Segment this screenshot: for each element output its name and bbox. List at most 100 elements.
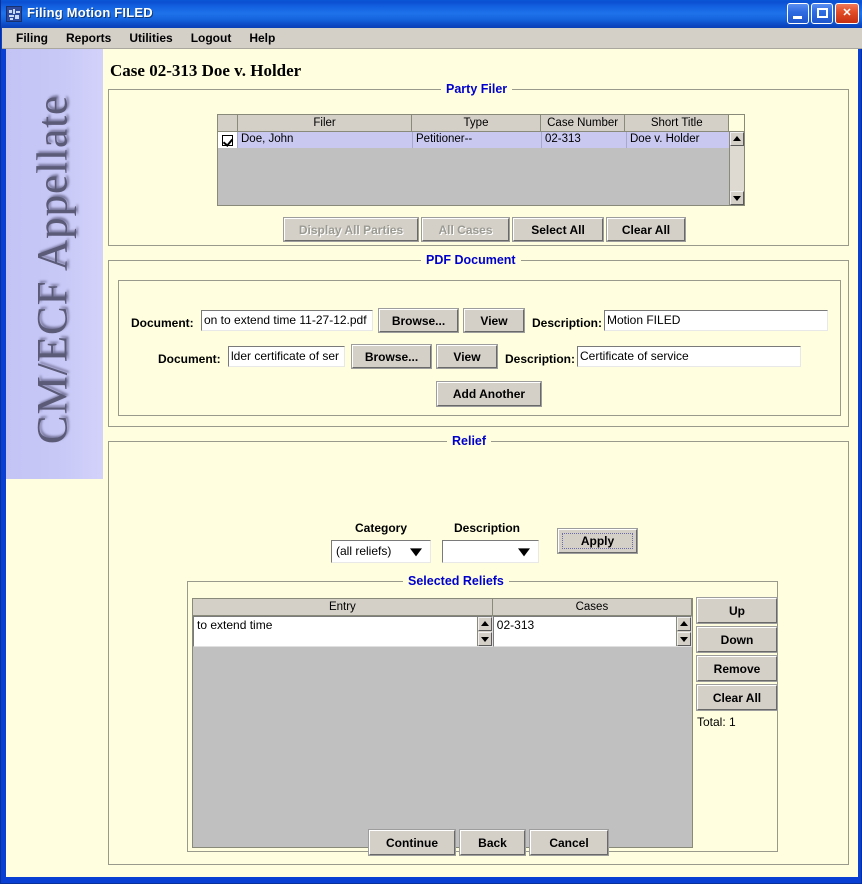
relief-group-title: Relief bbox=[447, 434, 492, 448]
category-label: Category bbox=[355, 521, 408, 535]
party-filer-header-row: Filer Type Case Number Short Title bbox=[218, 115, 744, 132]
focus-ring bbox=[562, 533, 633, 549]
back-button[interactable]: Back bbox=[459, 829, 526, 856]
column-header-spacer bbox=[729, 115, 744, 132]
table-row[interactable]: Doe, John Petitioner-- 02-313 Doe v. Hol… bbox=[218, 132, 744, 148]
scroll-down-button[interactable] bbox=[477, 632, 492, 646]
description-select[interactable] bbox=[442, 540, 539, 563]
chevron-up-icon bbox=[680, 621, 688, 626]
row-checkbox-cell[interactable] bbox=[218, 132, 238, 148]
chevron-down-icon bbox=[410, 547, 422, 556]
brand-label: CM/ECF Appellate bbox=[29, 94, 77, 445]
selected-reliefs-group-title: Selected Reliefs bbox=[403, 574, 509, 588]
selected-reliefs-header-row: Entry Cases bbox=[193, 599, 692, 616]
move-up-button[interactable]: Up bbox=[696, 597, 778, 624]
category-select[interactable]: (all reliefs) bbox=[331, 540, 431, 563]
chevron-down-icon bbox=[480, 637, 489, 642]
main-content: Case 02-313 Doe v. Holder Party Filer Fi… bbox=[103, 49, 858, 877]
party-filer-table: Filer Type Case Number Short Title Doe, … bbox=[217, 114, 745, 206]
cell-filer: Doe, John bbox=[238, 132, 413, 148]
column-header-case-number[interactable]: Case Number bbox=[540, 115, 626, 132]
close-icon: ✕ bbox=[842, 7, 852, 19]
party-filer-group: Party Filer Filer Type Case Number Short… bbox=[108, 82, 849, 246]
pdf-document-group: PDF Document Document: on to extend time… bbox=[108, 253, 849, 427]
window-controls: ✕ bbox=[787, 3, 859, 24]
cell-entry[interactable]: to extend time bbox=[193, 616, 493, 647]
menu-reports[interactable]: Reports bbox=[57, 29, 120, 48]
minimize-icon bbox=[793, 16, 802, 19]
minimize-button[interactable] bbox=[787, 3, 809, 24]
document-path-field-2[interactable]: lder certificate of ser bbox=[228, 346, 345, 367]
view-button-1[interactable]: View bbox=[463, 308, 525, 333]
cancel-button[interactable]: Cancel bbox=[529, 829, 609, 856]
selected-reliefs-row[interactable]: to extend time 02-313 bbox=[193, 616, 692, 647]
document-path-field-1[interactable]: on to extend time 11-27-12.pdf bbox=[201, 310, 373, 331]
client-area: CM/ECF Appellate Case 02-313 Doe v. Hold… bbox=[6, 49, 858, 877]
scroll-up-button[interactable] bbox=[730, 132, 744, 146]
menu-bar: Filing Reports Utilities Logout Help bbox=[2, 28, 862, 49]
relief-group: Relief Category (all reliefs) Descriptio… bbox=[108, 434, 849, 865]
cell-cases[interactable]: 02-313 bbox=[492, 616, 692, 647]
row-checkbox[interactable] bbox=[222, 134, 233, 146]
cell-short-title: Doe v. Holder bbox=[627, 132, 731, 148]
page-title: Case 02-313 Doe v. Holder bbox=[110, 61, 302, 80]
chevron-up-icon bbox=[480, 621, 489, 626]
move-down-button[interactable]: Down bbox=[696, 626, 778, 653]
selected-reliefs-table: Entry Cases to extend time 02-313 bbox=[192, 598, 693, 848]
pdf-document-group-title: PDF Document bbox=[421, 253, 521, 267]
column-header-check bbox=[218, 115, 238, 132]
selected-reliefs-group: Selected Reliefs Entry Cases to extend t… bbox=[187, 574, 778, 852]
column-header-type[interactable]: Type bbox=[412, 115, 541, 132]
description-label-1: Description: bbox=[532, 316, 603, 330]
party-filer-empty-area bbox=[218, 148, 744, 205]
add-another-button[interactable]: Add Another bbox=[436, 381, 542, 407]
clear-all-reliefs-button[interactable]: Clear All bbox=[696, 684, 778, 711]
window-title: Filing Motion FILED bbox=[27, 5, 153, 20]
browse-button-2[interactable]: Browse... bbox=[351, 344, 432, 369]
menu-utilities[interactable]: Utilities bbox=[120, 29, 181, 48]
display-all-parties-button[interactable]: Display All Parties bbox=[283, 217, 419, 242]
browse-button-1[interactable]: Browse... bbox=[378, 308, 459, 333]
party-filer-group-title: Party Filer bbox=[441, 82, 513, 96]
application-window: Filing Motion FILED ✕ Filing Reports Uti… bbox=[0, 0, 862, 884]
scroll-up-button[interactable] bbox=[677, 617, 691, 631]
column-header-cases[interactable]: Cases bbox=[492, 599, 692, 616]
description-field-2[interactable]: Certificate of service bbox=[577, 346, 801, 367]
chevron-up-icon bbox=[733, 136, 741, 141]
clear-all-button[interactable]: Clear All bbox=[606, 217, 686, 242]
description-field-1[interactable]: Motion FILED bbox=[604, 310, 828, 331]
maximize-icon bbox=[817, 8, 828, 18]
menu-filing[interactable]: Filing bbox=[7, 29, 57, 48]
menu-help[interactable]: Help bbox=[240, 29, 284, 48]
apply-button[interactable]: Apply bbox=[557, 528, 638, 554]
chevron-down-icon bbox=[733, 196, 741, 201]
menu-logout[interactable]: Logout bbox=[182, 29, 241, 48]
scroll-down-button[interactable] bbox=[677, 632, 691, 646]
all-cases-button[interactable]: All Cases bbox=[421, 217, 510, 242]
column-header-short-title[interactable]: Short Title bbox=[625, 115, 730, 132]
app-icon bbox=[6, 6, 22, 22]
chevron-down-icon bbox=[680, 637, 688, 642]
document-label-1: Document: bbox=[131, 316, 194, 330]
document-label-2: Document: bbox=[158, 352, 221, 366]
cell-case-number: 02-313 bbox=[542, 132, 627, 148]
sidebar-brand-panel: CM/ECF Appellate bbox=[6, 49, 103, 479]
view-button-2[interactable]: View bbox=[436, 344, 498, 369]
chevron-down-icon bbox=[518, 547, 530, 556]
cell-type: Petitioner-- bbox=[413, 132, 542, 148]
continue-button[interactable]: Continue bbox=[368, 829, 456, 856]
party-filer-scrollbar[interactable] bbox=[729, 132, 744, 205]
cases-cell-scrollbar[interactable] bbox=[676, 617, 691, 646]
column-header-filer[interactable]: Filer bbox=[237, 115, 413, 132]
select-all-button[interactable]: Select All bbox=[512, 217, 604, 242]
column-header-entry[interactable]: Entry bbox=[193, 599, 493, 616]
description-label: Description bbox=[454, 521, 521, 535]
remove-relief-button[interactable]: Remove bbox=[696, 655, 778, 682]
entry-cell-scrollbar[interactable] bbox=[476, 617, 492, 646]
scroll-down-button[interactable] bbox=[730, 191, 744, 205]
scroll-up-button[interactable] bbox=[477, 617, 492, 631]
description-label-2: Description: bbox=[505, 352, 576, 366]
close-button[interactable]: ✕ bbox=[835, 3, 859, 24]
title-bar: Filing Motion FILED ✕ bbox=[1, 0, 862, 28]
maximize-button[interactable] bbox=[811, 3, 833, 24]
